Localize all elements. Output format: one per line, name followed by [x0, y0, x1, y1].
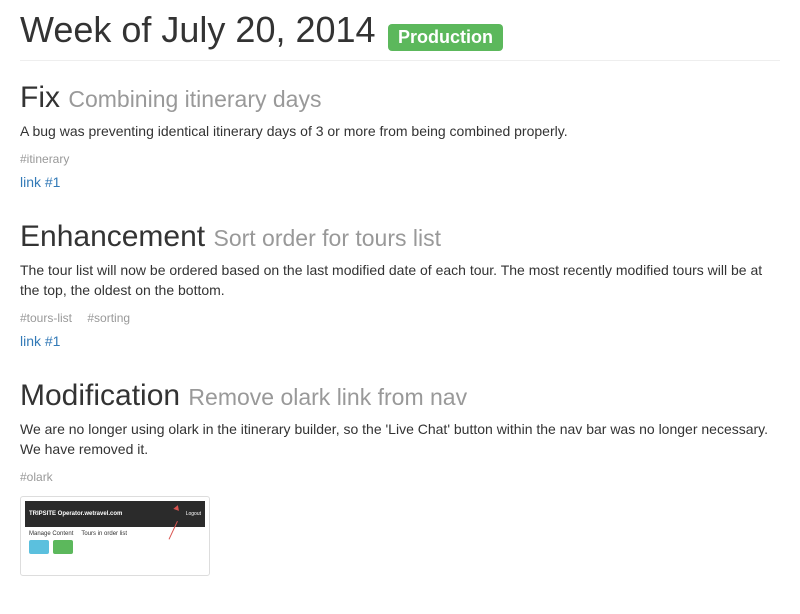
changelog-entry: Fix Combining itinerary days A bug was p…	[20, 81, 780, 192]
entry-body: We are no longer using olark in the itin…	[20, 420, 780, 460]
entry-category: Enhancement	[20, 220, 205, 253]
entry-subtitle: Combining itinerary days	[68, 86, 321, 112]
entry-category: Modification	[20, 379, 180, 412]
thumbnail-nav-right: Logout	[186, 511, 201, 517]
thumbnail-label: Manage Content	[29, 531, 73, 537]
tag: #tours-list	[20, 311, 72, 325]
env-badge: Production	[388, 24, 503, 51]
entry-link-row: link #1	[20, 333, 780, 351]
thumbnail-chip	[53, 540, 73, 554]
entry-heading: Modification Remove olark link from nav	[20, 379, 780, 412]
entry-tags: #olark	[20, 470, 780, 484]
thumbnail-label: Tours in order list	[81, 531, 127, 537]
entry-subtitle: Remove olark link from nav	[188, 384, 467, 410]
entry-tags: #itinerary	[20, 152, 780, 166]
entry-link[interactable]: link #1	[20, 174, 60, 190]
screenshot-thumbnail[interactable]: TRIPSITE Operator.wetravel.com Logout Ma…	[20, 496, 210, 576]
page-title: Week of July 20, 2014	[20, 10, 376, 50]
thumbnail-nav-left: TRIPSITE Operator.wetravel.com	[29, 511, 122, 517]
entry-subtitle: Sort order for tours list	[213, 225, 441, 251]
thumbnail-chip	[29, 540, 49, 554]
entry-link[interactable]: link #1	[20, 333, 60, 349]
changelog-entry: Modification Remove olark link from nav …	[20, 379, 780, 576]
entry-heading: Fix Combining itinerary days	[20, 81, 780, 114]
entry-heading: Enhancement Sort order for tours list	[20, 220, 780, 253]
entry-body: A bug was preventing identical itinerary…	[20, 122, 780, 142]
entry-category: Fix	[20, 81, 60, 114]
tag: #olark	[20, 470, 53, 484]
thumbnail-inner: TRIPSITE Operator.wetravel.com Logout Ma…	[25, 501, 205, 571]
changelog-entry: Enhancement Sort order for tours list Th…	[20, 220, 780, 351]
entry-tags: #tours-list #sorting	[20, 311, 780, 325]
page-header: Week of July 20, 2014 Production	[20, 10, 780, 61]
entry-link-row: link #1	[20, 174, 780, 192]
thumbnail-lower: Manage Content Tours in order list	[29, 531, 127, 554]
tag: #itinerary	[20, 152, 69, 166]
tag: #sorting	[87, 311, 130, 325]
entry-body: The tour list will now be ordered based …	[20, 261, 780, 301]
